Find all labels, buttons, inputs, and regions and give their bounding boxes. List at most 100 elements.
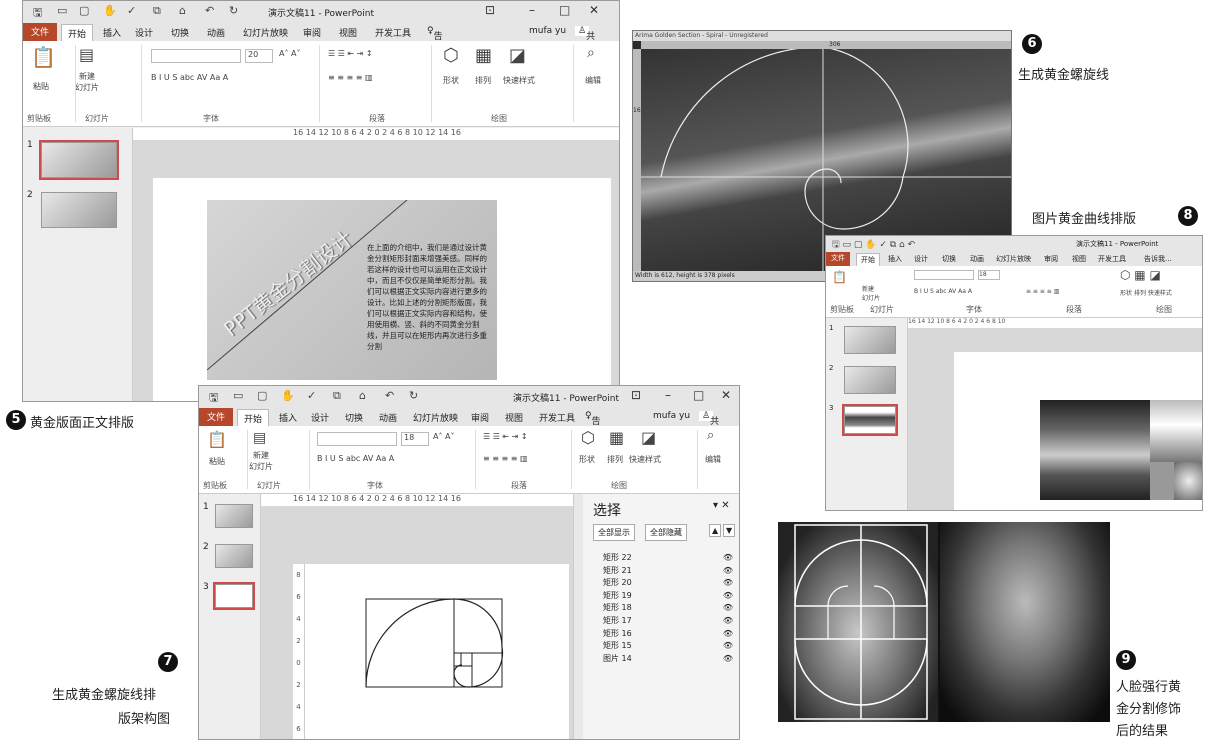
w7-format-icon[interactable]: ⌂: [359, 389, 366, 402]
font-name-box[interactable]: [151, 49, 241, 63]
visibility-eye-icon[interactable]: 👁: [723, 602, 733, 615]
w7-new-icon[interactable]: ▢: [257, 389, 267, 402]
w8-format-row[interactable]: B I U S abc AV Aa A: [914, 288, 972, 295]
w8-paste-icon[interactable]: 📋: [832, 270, 847, 284]
tab-file[interactable]: 文件: [23, 23, 58, 41]
font-format-row[interactable]: B I U S abc AV Aa A: [151, 73, 228, 82]
font-size-box[interactable]: 20: [245, 49, 273, 63]
quick-styles-icon[interactable]: ◪: [509, 45, 526, 66]
w7-tell-me-box[interactable]: ♀ 告诉我...: [585, 411, 609, 453]
new-slide-icon[interactable]: ▤: [79, 45, 94, 64]
w7-preview-icon[interactable]: ⧉: [333, 389, 341, 403]
w7-tab-file[interactable]: 文件: [199, 408, 234, 426]
w7-paste-icon[interactable]: 📋: [207, 430, 227, 449]
list-item[interactable]: 矩形 16 👁: [603, 628, 733, 641]
w7-ribbon-options-icon[interactable]: ⊡: [631, 388, 641, 402]
w7-tab-design[interactable]: 设计: [311, 411, 329, 424]
new-slide-label[interactable]: 新建 幻灯片: [75, 71, 99, 93]
find-icon[interactable]: ⌕: [587, 45, 595, 61]
w7-tab-slideshow[interactable]: 幻灯片放映: [413, 411, 458, 424]
w8-tab-slideshow[interactable]: 幻灯片放映: [996, 254, 1031, 264]
quick-styles-label[interactable]: 快速样式: [503, 75, 535, 86]
w8-save-icon[interactable]: 🖫 ▭ ▢ ✋ ✓ ⧉ ⌂ ↶: [832, 237, 915, 253]
visibility-eye-icon[interactable]: 👁: [723, 552, 733, 565]
thumbnail-slide-1[interactable]: [39, 140, 119, 180]
list-item[interactable]: 矩形 15 👁: [603, 640, 733, 653]
list-item[interactable]: 矩形 20 👁: [603, 577, 733, 590]
w7-thumbnail-1[interactable]: [215, 504, 253, 528]
w7-tab-animations[interactable]: 动画: [379, 411, 397, 424]
w7-tab-home[interactable]: 开始: [237, 409, 270, 427]
arrange-label[interactable]: 排列: [475, 75, 491, 86]
list-item[interactable]: 矩形 19 👁: [603, 590, 733, 603]
send-backward-icon[interactable]: ▼: [723, 524, 736, 537]
tab-insert[interactable]: 插入: [103, 26, 121, 39]
w7-arrange-icon[interactable]: ▦: [609, 428, 624, 447]
tab-home[interactable]: 开始: [61, 24, 94, 42]
w7-maximize-icon[interactable]: □: [693, 388, 704, 402]
bring-forward-icon[interactable]: ▲: [709, 524, 722, 537]
w7-arrange-label[interactable]: 排列: [607, 454, 623, 465]
visibility-eye-icon[interactable]: 👁: [723, 653, 733, 666]
tab-animations[interactable]: 动画: [207, 26, 225, 39]
w8-font-size[interactable]: 18: [978, 270, 1000, 280]
w7-touch-icon[interactable]: ✋: [281, 389, 295, 402]
minimize-icon[interactable]: –: [529, 3, 535, 17]
shapes-label[interactable]: 形状: [443, 75, 459, 86]
w7-shapes-label[interactable]: 形状: [579, 454, 595, 465]
visibility-eye-icon[interactable]: 👁: [723, 628, 733, 641]
w7-tab-review[interactable]: 审阅: [471, 411, 489, 424]
close-icon[interactable]: ✕: [589, 3, 599, 17]
w8-thumbnail-3[interactable]: [842, 404, 898, 436]
w7-edit-label[interactable]: 编辑: [705, 454, 721, 465]
show-all-button[interactable]: 全部显示: [593, 524, 635, 541]
w8-font-name[interactable]: [914, 270, 974, 280]
list-item[interactable]: 矩形 17 👁: [603, 615, 733, 628]
shapes-icon[interactable]: ⬡: [443, 45, 459, 66]
w8-tab-review[interactable]: 审阅: [1044, 254, 1058, 264]
w8-align-row[interactable]: ≡ ≡ ≡ ≡ ▥: [1026, 288, 1059, 295]
tab-review[interactable]: 审阅: [303, 26, 321, 39]
w7-list-icons[interactable]: ☰ ☰ ⇤ ⇥ ↕: [483, 432, 528, 441]
w7-new-slide-label[interactable]: 新建 幻灯片: [249, 450, 273, 472]
list-icons[interactable]: ☰ ☰ ⇤ ⇥ ↕: [328, 49, 373, 58]
visibility-eye-icon[interactable]: 👁: [723, 577, 733, 590]
w7-font-format-row[interactable]: B I U S abc AV Aa A: [317, 454, 394, 463]
w7-find-icon[interactable]: ⌕: [707, 428, 714, 443]
w7-vertical-scrollbar[interactable]: [573, 494, 583, 739]
ribbon-options-icon[interactable]: ⊡: [485, 3, 495, 17]
grow-font-icon[interactable]: A˄ A˅: [279, 49, 301, 58]
list-item[interactable]: 矩形 21 👁: [603, 565, 733, 578]
tab-transitions[interactable]: 切换: [171, 26, 189, 39]
w7-redo-icon[interactable]: ↻: [409, 389, 418, 402]
w7-tab-developer[interactable]: 开发工具: [539, 411, 575, 424]
w7-close-icon[interactable]: ✕: [721, 388, 731, 402]
visibility-eye-icon[interactable]: 👁: [723, 565, 733, 578]
w8-tab-animations[interactable]: 动画: [970, 254, 984, 264]
w8-thumbnail-1[interactable]: [844, 326, 896, 354]
w7-grow-font-icon[interactable]: A˄ A˅: [433, 432, 455, 441]
w7-shapes-icon[interactable]: ⬡: [581, 428, 595, 447]
hide-all-button[interactable]: 全部隐藏: [645, 524, 687, 541]
w8-shape-labels[interactable]: 形状 排列 快速样式: [1120, 288, 1172, 297]
w8-tab-insert[interactable]: 插入: [888, 254, 902, 264]
tell-me-box[interactable]: ♀ 告诉我...: [427, 26, 451, 68]
tab-developer[interactable]: 开发工具: [375, 26, 411, 39]
w8-tab-design[interactable]: 设计: [914, 254, 928, 264]
w7-quick-styles-icon[interactable]: ◪: [641, 428, 656, 447]
list-item[interactable]: 矩形 22 👁: [603, 552, 733, 565]
w8-tab-file[interactable]: 文件: [826, 252, 850, 266]
w7-quick-styles-label[interactable]: 快速样式: [629, 454, 661, 465]
tab-view[interactable]: 视图: [339, 26, 357, 39]
thumbnail-slide-2[interactable]: [41, 192, 117, 228]
w7-minimize-icon[interactable]: –: [665, 388, 671, 402]
w7-share-button[interactable]: ♙共享: [699, 411, 719, 440]
w8-thumbnail-2[interactable]: [844, 366, 896, 394]
w8-shapes-icon[interactable]: ⬡ ▦ ◪: [1120, 268, 1161, 282]
visibility-eye-icon[interactable]: 👁: [723, 640, 733, 653]
w7-thumbnail-2[interactable]: [215, 544, 253, 568]
pane-close-icon[interactable]: ▾ ✕: [713, 500, 730, 511]
w8-tab-view[interactable]: 视图: [1072, 254, 1086, 264]
w7-tab-view[interactable]: 视图: [505, 411, 523, 424]
maximize-icon[interactable]: □: [559, 3, 570, 17]
